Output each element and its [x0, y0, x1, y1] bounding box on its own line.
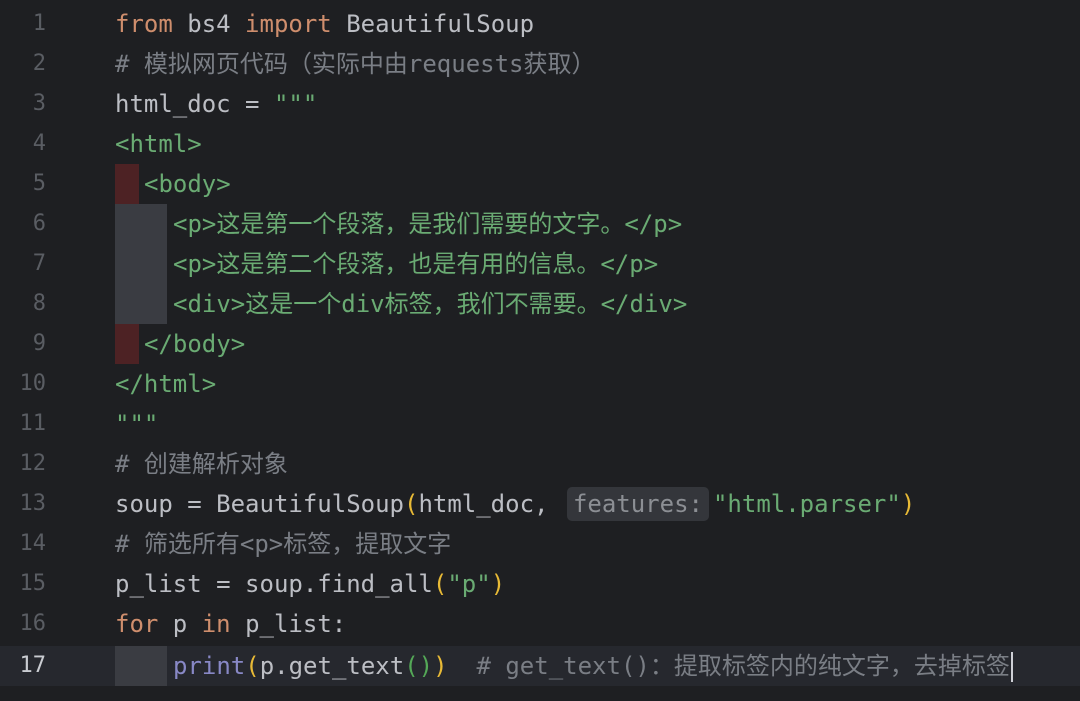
code-line[interactable]: 8 <div>这是一个div标签，我们不需要。</div> [0, 284, 1080, 324]
line-number: 13 [19, 491, 47, 516]
code-text[interactable]: print(p.get_text()) # get_text()：提取标签内的纯… [173, 646, 1013, 686]
current-code-line[interactable]: 17 print(p.get_text()) # get_text()：提取标签… [0, 646, 1080, 686]
assignment: html_doc = [115, 90, 274, 118]
indent-highlight [115, 244, 139, 284]
line-number: 12 [19, 451, 47, 476]
code-text[interactable]: from bs4 import BeautifulSoup [115, 4, 534, 44]
code-line[interactable]: 14 # 筛选所有<p>标签，提取文字 [0, 524, 1080, 564]
string-literal[interactable]: """ [115, 404, 158, 444]
line-number: 4 [32, 131, 46, 156]
line-number: 14 [19, 531, 47, 556]
code-text[interactable]: p_list = soup.find_all("p") [115, 564, 505, 604]
keyword-in: in [201, 610, 231, 638]
indent-highlight [139, 204, 167, 244]
code-text[interactable]: for p in p_list: [115, 604, 346, 644]
close-paren: ) [490, 570, 506, 598]
code-line[interactable]: 6 <p>这是第一个段落，是我们需要的文字。</p> [0, 204, 1080, 244]
code-line[interactable]: 1 from bs4 import BeautifulSoup [0, 4, 1080, 44]
string-literal: "html.parser" [712, 490, 901, 518]
code-line[interactable]: 9 </body> [0, 324, 1080, 364]
indent-highlight [115, 284, 139, 324]
string-literal: "p" [447, 570, 491, 598]
code-line[interactable]: 15 p_list = soup.find_all("p") [0, 564, 1080, 604]
indent-highlight [139, 244, 167, 284]
string-literal[interactable]: <p>这是第一个段落，是我们需要的文字。</p> [173, 204, 682, 244]
line-number: 5 [32, 171, 46, 196]
line-number: 10 [19, 371, 47, 396]
iterable: p_list: [230, 610, 347, 638]
code-line[interactable]: 10 </html> [0, 364, 1080, 404]
line-number: 9 [32, 331, 46, 356]
code-line[interactable]: 12 # 创建解析对象 [0, 444, 1080, 484]
call-expression: p_list = soup.find_all [115, 570, 433, 598]
inner-parens: () [404, 652, 434, 680]
parameter-hint: features: [566, 487, 709, 521]
code-line[interactable]: 11 """ [0, 404, 1080, 444]
open-paren: ( [245, 652, 260, 680]
call-expression: soup = BeautifulSoup [115, 490, 404, 518]
string-literal[interactable]: <html> [115, 124, 202, 164]
code-text[interactable]: html_doc = """ [115, 84, 317, 124]
code-editor[interactable]: 1 from bs4 import BeautifulSoup 2 # 模拟网页… [0, 0, 1080, 701]
line-number: 15 [19, 571, 47, 596]
keyword-from: from [115, 10, 173, 38]
line-number: 8 [32, 291, 46, 316]
line-number: 3 [32, 91, 46, 116]
keyword-for: for [115, 610, 159, 638]
line-number: 6 [32, 211, 46, 236]
string-literal: """ [273, 90, 318, 118]
string-literal[interactable]: </body> [144, 324, 245, 364]
line-number: 1 [32, 11, 46, 36]
close-paren: ) [900, 490, 916, 518]
string-literal[interactable]: <p>这是第二个段落，也是有用的信息。</p> [173, 244, 658, 284]
string-literal[interactable]: <div>这是一个div标签，我们不需要。</div> [173, 284, 687, 324]
indent-highlight [115, 164, 139, 204]
line-number: 7 [32, 251, 46, 276]
close-paren: ) [433, 652, 448, 680]
comment-text[interactable]: # 筛选所有<p>标签，提取文字 [115, 524, 451, 564]
open-paren: ( [403, 490, 419, 518]
comment-text[interactable]: # 创建解析对象 [115, 444, 288, 484]
builtin-print: print [173, 652, 246, 680]
indent-highlight [115, 324, 139, 364]
keyword-import: import [245, 10, 332, 38]
text-caret [1010, 652, 1013, 682]
import-name: BeautifulSoup [331, 10, 535, 38]
loop-variable: p [158, 610, 202, 638]
line-number: 16 [19, 611, 47, 636]
call-expression: p.get_text [259, 652, 405, 680]
comment-text: # get_text()：提取标签内的纯文字，去掉标签 [447, 652, 1010, 680]
indent-highlight [115, 646, 167, 686]
code-line[interactable]: 5 <body> [0, 164, 1080, 204]
line-number: 2 [32, 51, 46, 76]
line-number: 11 [19, 411, 47, 436]
indent-highlight [115, 204, 139, 244]
comment-text[interactable]: # 模拟网页代码（实际中由requests获取） [115, 44, 596, 84]
code-line[interactable]: 2 # 模拟网页代码（实际中由requests获取） [0, 44, 1080, 84]
indent-highlight [139, 284, 167, 324]
argument: html_doc, [418, 490, 563, 518]
open-paren: ( [432, 570, 448, 598]
code-line[interactable]: 4 <html> [0, 124, 1080, 164]
module-name: bs4 [172, 10, 246, 38]
code-line[interactable]: 3 html_doc = """ [0, 84, 1080, 124]
line-number: 17 [19, 653, 47, 678]
code-line[interactable]: 13 soup = BeautifulSoup(html_doc, featur… [0, 484, 1080, 524]
code-text[interactable]: soup = BeautifulSoup(html_doc, features:… [115, 484, 915, 524]
string-literal[interactable]: <body> [144, 164, 231, 204]
string-literal[interactable]: </html> [115, 364, 216, 404]
code-line[interactable]: 16 for p in p_list: [0, 604, 1080, 644]
code-line[interactable]: 7 <p>这是第二个段落，也是有用的信息。</p> [0, 244, 1080, 284]
